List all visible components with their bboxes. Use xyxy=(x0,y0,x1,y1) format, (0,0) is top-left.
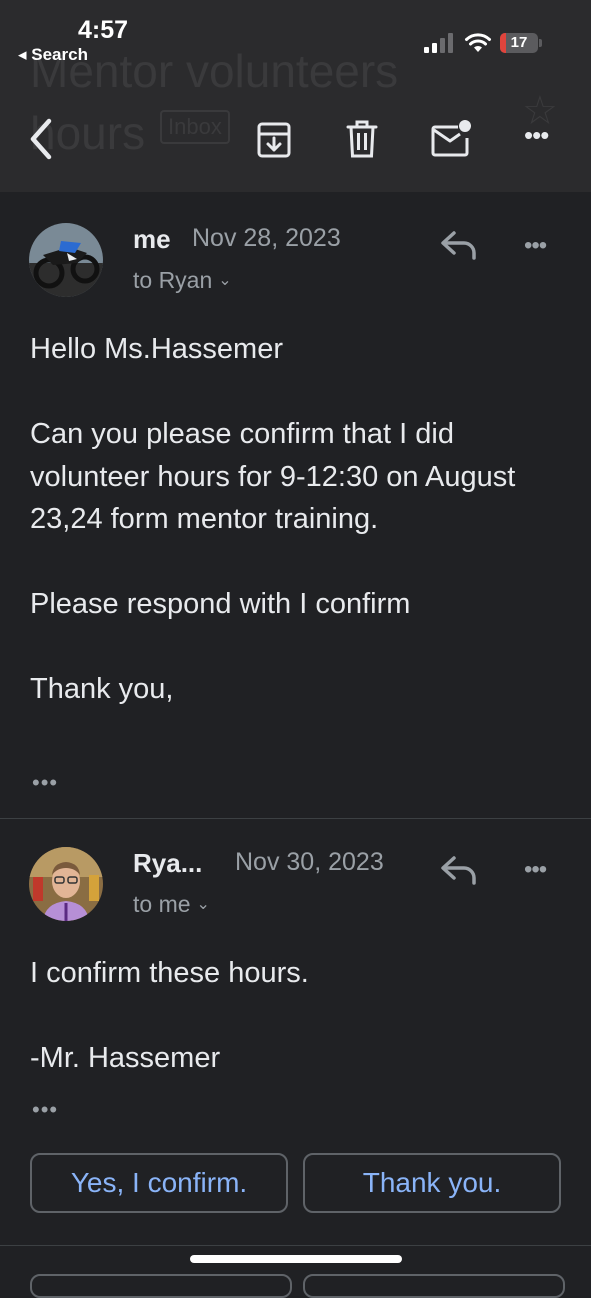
back-to-search-link[interactable]: ◂ Search xyxy=(18,45,88,65)
battery-level: 17 xyxy=(510,34,528,51)
mark-unread-icon[interactable] xyxy=(430,118,474,158)
message-date: Nov 30, 2023 xyxy=(235,848,384,876)
forward-action-button-peek[interactable] xyxy=(303,1274,565,1298)
body-line: -Mr. Hassemer xyxy=(30,1042,221,1074)
body-line: Can you please confirm that I did volunt… xyxy=(30,418,516,535)
message-more-icon[interactable]: ••• xyxy=(524,856,547,884)
show-trimmed-content-button[interactable]: ••• xyxy=(32,770,58,796)
body-line: I confirm these hours. xyxy=(30,957,309,989)
battery-icon: 17 xyxy=(500,33,538,53)
reply-action-button-peek[interactable] xyxy=(30,1274,292,1298)
avatar[interactable] xyxy=(29,223,103,297)
reply-icon[interactable] xyxy=(440,230,478,260)
status-time: 4:57 xyxy=(78,16,129,44)
avatar[interactable] xyxy=(29,847,103,921)
person-avatar-image xyxy=(29,847,103,921)
message-divider xyxy=(0,818,591,819)
trash-icon[interactable] xyxy=(346,119,378,159)
recipient-label: to me xyxy=(133,891,191,917)
message-more-icon[interactable]: ••• xyxy=(524,232,547,260)
message-body: Hello Ms.Hassemer Can you please confirm… xyxy=(30,328,560,711)
body-line: Thank you, xyxy=(30,673,174,705)
smart-reply-yes-confirm-button[interactable]: Yes, I confirm. xyxy=(30,1153,288,1213)
battery-tip xyxy=(539,39,542,47)
body-line xyxy=(30,541,560,584)
more-options-icon[interactable]: ••• xyxy=(524,120,549,151)
cellular-signal-icon xyxy=(424,33,454,53)
body-line: Hello Ms.Hassemer xyxy=(30,333,283,365)
body-line xyxy=(30,626,560,669)
sender-name: Rya... xyxy=(133,848,203,878)
top-app-bar: Mentor volunteers hours Inbox ☆ 4:57 ◂ S… xyxy=(0,0,591,192)
show-trimmed-content-button[interactable]: ••• xyxy=(32,1097,58,1123)
body-line xyxy=(30,995,560,1038)
recipient-toggle[interactable]: to me ⌄ xyxy=(133,891,210,918)
body-line xyxy=(30,371,560,414)
sender-name: me xyxy=(133,224,171,254)
message-divider xyxy=(0,1245,591,1246)
message-date: Nov 28, 2023 xyxy=(192,224,341,252)
inbox-label-chip: Inbox xyxy=(160,110,230,144)
chevron-down-icon: ⌄ xyxy=(196,896,210,913)
message-body: I confirm these hours. -Mr. Hassemer xyxy=(30,952,560,1080)
recipient-label: to Ryan xyxy=(133,267,213,293)
reply-icon[interactable] xyxy=(440,855,478,885)
chevron-down-icon: ⌄ xyxy=(218,272,232,289)
wifi-icon xyxy=(465,33,491,52)
body-line: Please respond with I confirm xyxy=(30,588,411,620)
back-chevron-icon[interactable] xyxy=(26,117,56,161)
smart-reply-thank-you-button[interactable]: Thank you. xyxy=(303,1153,561,1213)
home-indicator[interactable] xyxy=(190,1255,402,1263)
recipient-toggle[interactable]: to Ryan ⌄ xyxy=(133,267,232,294)
motorbike-avatar-image xyxy=(29,223,103,297)
archive-icon[interactable] xyxy=(256,121,292,159)
